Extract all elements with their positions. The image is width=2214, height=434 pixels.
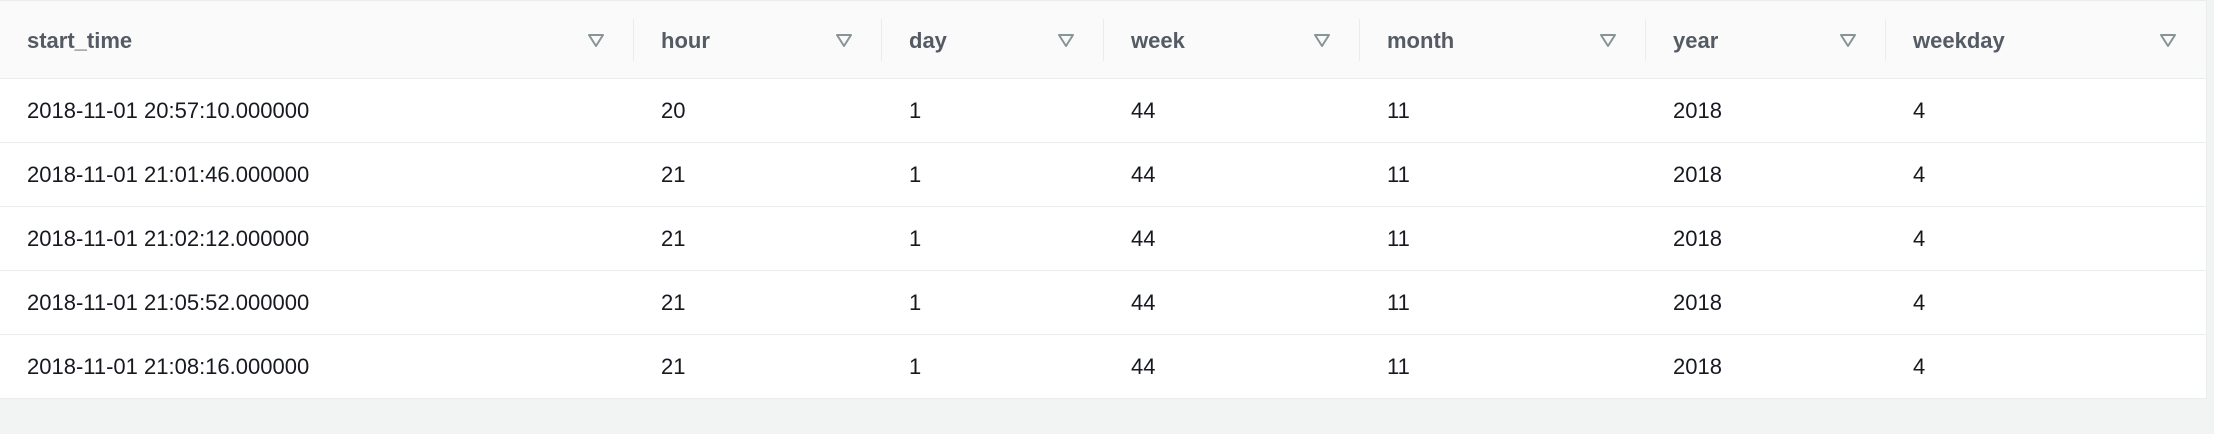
cell-year: 2018 xyxy=(1673,353,1722,379)
cell-start-time: 2018-11-01 21:08:16.000000 xyxy=(27,353,310,379)
filter-triangle-icon[interactable] xyxy=(1312,30,1332,50)
cell-hour: 21 xyxy=(661,289,686,315)
cell-start-time: 2018-11-01 20:57:10.000000 xyxy=(27,97,310,123)
cell-week: 44 xyxy=(1131,161,1156,187)
filter-triangle-icon[interactable] xyxy=(1838,30,1858,50)
cell-start-time: 2018-11-01 21:01:46.000000 xyxy=(27,161,310,187)
cell-weekday: 4 xyxy=(1913,225,1926,251)
column-label: start_time xyxy=(27,27,133,53)
cell-week: 44 xyxy=(1131,289,1156,315)
cell-week: 44 xyxy=(1131,225,1156,251)
column-label: month xyxy=(1387,27,1455,53)
cell-hour: 21 xyxy=(661,161,686,187)
column-header-hour[interactable]: hour xyxy=(634,1,882,79)
column-header-weekday[interactable]: weekday xyxy=(1886,1,2206,79)
table-body: 2018-11-01 20:57:10.000000 20 1 44 11 20… xyxy=(0,79,2206,399)
cell-year: 2018 xyxy=(1673,97,1722,123)
cell-hour: 21 xyxy=(661,225,686,251)
cell-day: 1 xyxy=(909,289,922,315)
cell-start-time: 2018-11-01 21:05:52.000000 xyxy=(27,289,310,315)
cell-week: 44 xyxy=(1131,353,1156,379)
header-row: start_time hour day week month year week… xyxy=(0,0,2206,79)
column-label: weekday xyxy=(1913,27,2005,53)
column-label: week xyxy=(1131,27,1185,53)
cell-weekday: 4 xyxy=(1913,161,1926,187)
cell-week: 44 xyxy=(1131,97,1156,123)
cell-weekday: 4 xyxy=(1913,97,1926,123)
column-label: day xyxy=(909,27,947,53)
table-row: 2018-11-01 21:05:52.000000 21 1 44 11 20… xyxy=(0,271,2206,335)
table-row: 2018-11-01 21:02:12.000000 21 1 44 11 20… xyxy=(0,207,2206,271)
cell-weekday: 4 xyxy=(1913,289,1926,315)
table-row: 2018-11-01 20:57:10.000000 20 1 44 11 20… xyxy=(0,79,2206,143)
column-label: year xyxy=(1673,27,1719,53)
results-table-container: start_time hour day week month year week… xyxy=(0,0,2207,399)
cell-hour: 21 xyxy=(661,353,686,379)
cell-day: 1 xyxy=(909,161,922,187)
cell-day: 1 xyxy=(909,97,922,123)
filter-triangle-icon[interactable] xyxy=(1056,30,1076,50)
filter-triangle-icon[interactable] xyxy=(1598,30,1618,50)
cell-month: 11 xyxy=(1387,225,1410,251)
cell-day: 1 xyxy=(909,353,922,379)
cell-hour: 20 xyxy=(661,97,686,123)
filter-triangle-icon[interactable] xyxy=(586,30,606,50)
cell-year: 2018 xyxy=(1673,161,1722,187)
cell-start-time: 2018-11-01 21:02:12.000000 xyxy=(27,225,310,251)
column-header-week[interactable]: week xyxy=(1104,1,1360,79)
table-header: start_time hour day week month year week… xyxy=(0,0,2206,79)
cell-year: 2018 xyxy=(1673,289,1722,315)
filter-triangle-icon[interactable] xyxy=(2158,30,2178,50)
cell-day: 1 xyxy=(909,225,922,251)
table-row: 2018-11-01 21:01:46.000000 21 1 44 11 20… xyxy=(0,143,2206,207)
cell-month: 11 xyxy=(1387,97,1410,123)
results-table: start_time hour day week month year week… xyxy=(0,0,2206,399)
cell-weekday: 4 xyxy=(1913,353,1926,379)
cell-month: 11 xyxy=(1387,161,1410,187)
filter-triangle-icon[interactable] xyxy=(834,30,854,50)
column-label: hour xyxy=(661,27,710,53)
table-row: 2018-11-01 21:08:16.000000 21 1 44 11 20… xyxy=(0,335,2206,399)
cell-month: 11 xyxy=(1387,289,1410,315)
column-header-day[interactable]: day xyxy=(882,1,1104,79)
cell-month: 11 xyxy=(1387,353,1410,379)
cell-year: 2018 xyxy=(1673,225,1722,251)
column-header-start-time[interactable]: start_time xyxy=(0,1,634,79)
column-header-month[interactable]: month xyxy=(1360,1,1646,79)
column-header-year[interactable]: year xyxy=(1646,1,1886,79)
